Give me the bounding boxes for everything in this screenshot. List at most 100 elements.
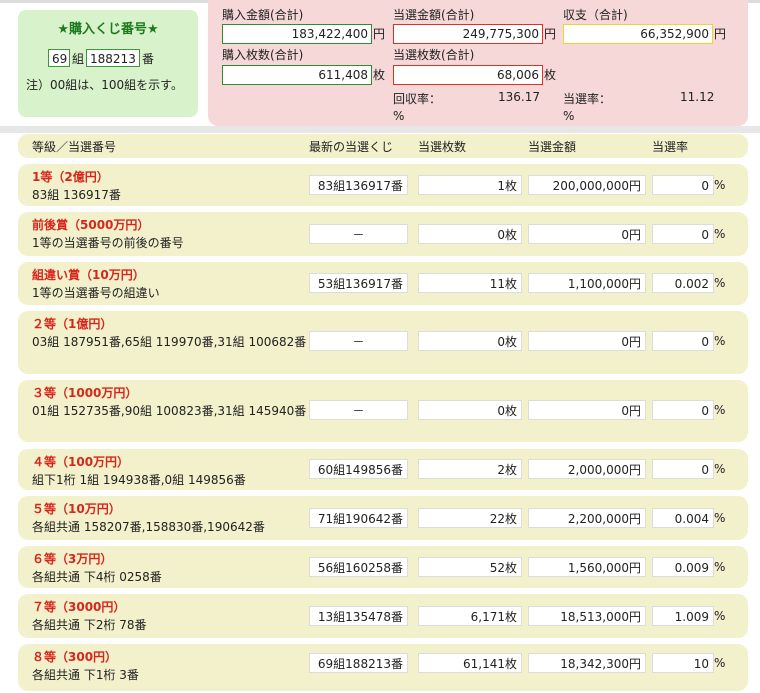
win-amount-field: 18,513,000円: [528, 606, 646, 626]
prize-tier: ２等（1億円）: [32, 317, 113, 331]
winning-numbers: 各組共通 158207番,158830番,190642番: [32, 520, 265, 534]
winning-numbers: 各組共通 下4桁 0258番: [32, 570, 162, 584]
pct-unit: %: [714, 334, 726, 348]
winning-numbers: 01組 152735番,90組 100823番,31組 145940番: [32, 404, 307, 418]
summary-panel: 購入金額(合計) 183,422,400 円 当選金額(合計) 249,775,…: [208, 0, 748, 126]
latest-ticket-field: 83組136917番: [309, 175, 408, 195]
winning-numbers: 1等の当選番号の組違い: [32, 286, 160, 300]
winning-numbers: 各組共通 下1桁 3番: [32, 668, 139, 682]
recovery-pct: %: [393, 109, 405, 123]
yen-unit: 円: [628, 610, 641, 624]
ticket-panel: ★購入くじ番号★ 69 組 188213 番 注）00組は、100組を示す。: [18, 10, 198, 117]
latest-ticket-field: －: [309, 400, 408, 420]
pct-unit: %: [714, 178, 726, 192]
win-count-field: 0枚: [418, 400, 522, 420]
win-rate-field: 0.002: [652, 273, 714, 293]
yen-unit: 円: [628, 335, 641, 349]
header-amount: 当選金額: [528, 140, 577, 154]
winning-numbers: 1等の当選番号の前後の番号: [32, 236, 184, 250]
yen-unit: 円: [628, 463, 641, 477]
win-count-field: 22枚: [418, 508, 522, 528]
recovery-value: 136.17: [498, 90, 540, 104]
win-amount-field: 18,342,300円: [528, 653, 646, 673]
mai-unit: 枚: [504, 335, 517, 349]
win-count-field: 2枚: [418, 459, 522, 479]
latest-ticket-field: 53組136917番: [309, 273, 408, 293]
win-amount-value: 1,100,000: [567, 277, 629, 291]
balance-field: 66,352,900: [563, 24, 713, 44]
win-count-field: 68,006: [393, 65, 543, 85]
mai-unit: 枚: [504, 610, 517, 624]
yen-unit: 円: [714, 27, 727, 41]
win-amount-value: 0: [621, 404, 629, 418]
yen-unit: 円: [628, 179, 641, 193]
win-count-label: 当選枚数(合計): [393, 48, 475, 62]
win-rate-label: 当選率：: [563, 92, 612, 106]
prize-tier: ６等（3万円）: [32, 552, 113, 566]
win-rate-pct: %: [563, 109, 575, 123]
prize-row: 組違い賞（10万円） 1等の当選番号の組違い 53組136917番 11枚 1,100,…: [18, 262, 748, 305]
win-count-field: 0枚: [418, 331, 522, 351]
number-unit: 番: [142, 51, 155, 66]
yen-unit: 円: [628, 228, 641, 242]
mai-unit: 枚: [504, 561, 517, 575]
win-amount-value: 0: [621, 228, 629, 242]
prize-row: ８等（300円） 各組共通 下1桁 3番 69組188213番 61,141枚 18,3…: [18, 644, 748, 691]
mai-unit: 枚: [504, 277, 517, 291]
win-amount-value: 1,560,000: [567, 561, 629, 575]
mai-unit: 枚: [504, 657, 517, 671]
win-amount-field: 0円: [528, 331, 646, 351]
win-count-field: 1枚: [418, 175, 522, 195]
ticket-number-row: 69 組 188213 番: [48, 48, 156, 68]
prize-tier: ４等（100万円）: [32, 455, 130, 469]
yen-unit: 円: [628, 277, 641, 291]
win-count-value: 0: [497, 404, 505, 418]
mai-unit: 枚: [504, 179, 517, 193]
yen-unit: 円: [628, 512, 641, 526]
group-input[interactable]: 69: [48, 49, 70, 67]
win-count-field: 11枚: [418, 273, 522, 293]
prize-row: 前後賞（5000万円） 1等の当選番号の前後の番号－ 0枚 0円 0%: [18, 212, 748, 256]
win-count-value: 6,171: [470, 610, 505, 624]
number-input[interactable]: 188213: [86, 49, 141, 67]
win-amount-field: 1,560,000円: [528, 557, 646, 577]
win-rate-field: 1.009: [652, 606, 714, 626]
win-amount-field: 2,200,000円: [528, 508, 646, 528]
header-count: 当選枚数: [418, 140, 467, 154]
prize-tier: ３等（1000万円）: [32, 386, 138, 400]
mai-unit: 枚: [544, 68, 557, 82]
yen-unit: 円: [373, 27, 386, 41]
group-unit: 組: [72, 51, 85, 66]
win-count-value: 11: [489, 277, 505, 291]
winning-numbers: 83組 136917番: [32, 188, 121, 202]
win-rate-field: 0.009: [652, 557, 714, 577]
header-rate: 当選率: [652, 140, 689, 154]
prize-row: 1等（2億円） 83組 136917番 83組136917番 1枚 200,000,00…: [18, 164, 748, 206]
win-amount-value: 18,513,000: [560, 610, 629, 624]
win-amount-field: 0円: [528, 224, 646, 244]
win-count-field: 6,171枚: [418, 606, 522, 626]
prize-row: ７等（3000円） 各組共通 下2桁 78番 13組135478番 6,171枚 18,…: [18, 594, 748, 638]
latest-ticket-field: －: [309, 224, 408, 244]
win-rate-field: 0: [652, 459, 714, 479]
pct-unit: %: [714, 227, 726, 241]
win-count-value: 52: [489, 561, 505, 575]
prize-row: ３等（1000万円） 01組 152735番,90組 100823番,31組 14…: [18, 380, 748, 442]
win-rate-field: 0: [652, 224, 714, 244]
prize-tier: 組違い賞（10万円）: [32, 268, 145, 282]
win-count-value: 0: [497, 228, 505, 242]
win-rate-field: 0.004: [652, 508, 714, 528]
win-amount-value: 0: [621, 335, 629, 349]
prize-tier: 前後賞（5000万円）: [32, 218, 150, 232]
yen-unit: 円: [544, 27, 557, 41]
win-rate-field: 0: [652, 400, 714, 420]
win-amount-value: 18,342,300: [560, 657, 629, 671]
latest-ticket-field: 71組190642番: [309, 508, 408, 528]
win-amount-value: 200,000,000: [552, 179, 629, 193]
pct-unit: %: [714, 462, 726, 476]
latest-ticket-field: 69組188213番: [309, 653, 408, 673]
latest-ticket-field: 60組149856番: [309, 459, 408, 479]
pct-unit: %: [714, 656, 726, 670]
mai-unit: 枚: [504, 228, 517, 242]
win-rate-field: 0: [652, 331, 714, 351]
